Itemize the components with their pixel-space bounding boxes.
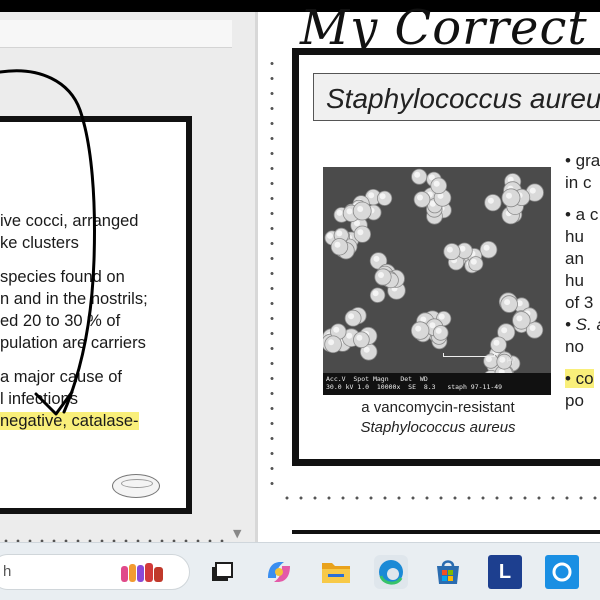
- micrograph-info-bar: Acc.V Spot Magn Det WD 30.0 kV 1.0 10000…: [323, 373, 551, 395]
- cocci-clusters: [323, 167, 551, 387]
- left-line: ed 20 to 30 % of: [0, 312, 121, 330]
- dotted-guide-horizontal: [280, 496, 600, 500]
- bullet-line-italic: • S. a: [565, 315, 600, 334]
- caption-line-1: a vancomycin-resistant: [361, 399, 515, 416]
- left-line: n and in the nostrils;: [0, 290, 148, 308]
- circle-app-icon[interactable]: [545, 555, 579, 589]
- dotted-guide-vertical: [270, 56, 274, 496]
- right-slide-frame[interactable]: Staphylococcus aureus Acc.V Spot Magn De…: [292, 48, 600, 466]
- bullet-line: po: [565, 391, 584, 410]
- search-highlight-art-icon: [121, 563, 163, 582]
- task-view-icon[interactable]: [205, 555, 239, 589]
- micrograph-scale-label: 2 µm: [499, 355, 515, 363]
- left-line: ive cocci, arranged: [0, 212, 139, 230]
- lens-app-icon[interactable]: L: [488, 555, 522, 589]
- bullet-line: of 3: [565, 293, 594, 312]
- left-slide-text: ive cocci, arranged ke clusters species …: [0, 210, 186, 432]
- left-line-highlighted: negative, catalase-: [0, 412, 139, 430]
- left-line: ke clusters: [0, 234, 79, 252]
- taskbar-search-box[interactable]: h: [0, 554, 190, 590]
- microsoft-store-icon[interactable]: [431, 555, 465, 589]
- left-line: l infections: [0, 390, 78, 408]
- bullet-line-highlighted: • co: [565, 369, 594, 388]
- bullet-line: an: [565, 249, 584, 268]
- bullet-line: hu: [565, 227, 584, 246]
- micrograph-scale-bar: [443, 353, 495, 357]
- slide-title: Staphylococcus aureus: [326, 83, 600, 114]
- bullet-line: no: [565, 337, 584, 356]
- file-explorer-icon[interactable]: [319, 555, 353, 589]
- left-line: pulation are carriers: [0, 334, 146, 352]
- image-caption: a vancomycin-resistant Staphylococcus au…: [313, 398, 563, 438]
- caption-line-2: Staphylococcus aureus: [360, 419, 516, 436]
- scroll-down-arrow-icon[interactable]: ▼: [233, 527, 241, 540]
- petri-dish-icon: [112, 474, 160, 498]
- search-input-text[interactable]: h: [3, 563, 11, 580]
- left-slide-frame[interactable]: ive cocci, arranged ke clusters species …: [0, 116, 192, 514]
- bullet-line: in c: [565, 173, 592, 192]
- bullet-line: • a c: [565, 205, 599, 224]
- windows-taskbar: h L: [0, 542, 600, 600]
- left-note-pane[interactable]: ive cocci, arranged ke clusters species …: [0, 12, 255, 543]
- left-pane-header: [0, 20, 232, 48]
- slide-title-box: Staphylococcus aureus: [313, 73, 600, 121]
- sem-micrograph-image: Acc.V Spot Magn Det WD 30.0 kV 1.0 10000…: [323, 167, 551, 395]
- slide-bullet-list: • gra in c • a c hu an hu of 3 • S. a no…: [565, 150, 600, 412]
- bullet-line: • gra: [565, 151, 600, 170]
- bullet-line: hu: [565, 271, 584, 290]
- micrograph-meta-line1: Acc.V Spot Magn Det WD: [326, 375, 428, 383]
- next-slide-edge: [292, 530, 600, 542]
- left-line: species found on: [0, 268, 125, 286]
- copilot-icon[interactable]: [262, 555, 296, 589]
- micrograph-meta-line2: 30.0 kV 1.0 10000x SE 8.3 staph 97-11-49: [326, 383, 503, 391]
- edge-browser-icon[interactable]: [374, 555, 408, 589]
- left-line: a major cause of: [0, 368, 122, 386]
